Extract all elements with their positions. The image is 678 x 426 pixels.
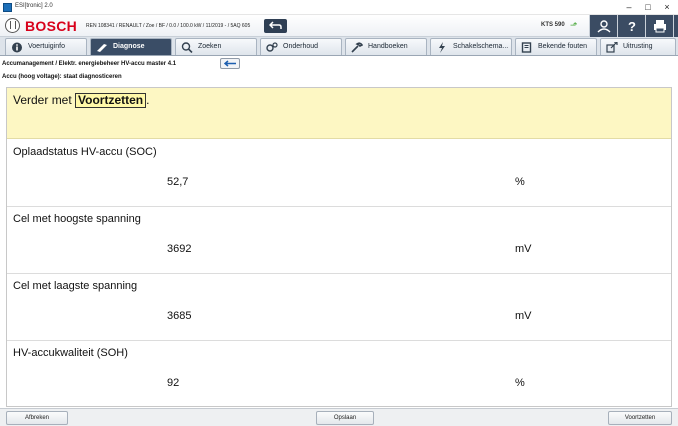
tab-label: Uitrusting <box>623 43 653 50</box>
app-header: BOSCH REN 108341 / RENAULT / Zoe / BF / … <box>0 15 678 37</box>
user-button[interactable] <box>589 15 617 37</box>
minimize-button[interactable]: – <box>622 1 636 13</box>
measurement-row: HV-accukwaliteit (SOH) 92 % <box>7 341 671 406</box>
svg-text:?: ? <box>628 19 636 33</box>
window-titlebar: ESI[tronic] 2.0 – □ × <box>0 0 678 15</box>
help-button[interactable]: ? <box>617 15 645 37</box>
back-arrow-icon <box>269 21 282 29</box>
measurement-value: 92 <box>167 377 180 389</box>
tab-diagnose[interactable]: Diagnose <box>90 38 172 55</box>
help-icon: ? <box>628 19 636 33</box>
tab-schakelschema[interactable]: Schakelschema... <box>430 38 512 55</box>
measurement-unit: % <box>515 377 525 389</box>
tab-label: Diagnose <box>113 43 145 50</box>
measurement-label: Cel met laagste spanning <box>13 280 138 292</box>
instruction-suffix: . <box>146 93 150 107</box>
gears-icon <box>266 42 278 52</box>
back-arrow-icon <box>224 60 236 67</box>
vehicle-back-button[interactable] <box>264 19 287 33</box>
tab-label: Schakelschema... <box>453 43 509 50</box>
maximize-button[interactable]: □ <box>641 1 655 13</box>
breadcrumb: Accumanagement / Elektr. energiebeheer H… <box>2 61 177 67</box>
tab-uitrusting[interactable]: Uitrusting <box>600 38 676 55</box>
info-icon <box>12 42 22 53</box>
measurement-row: Cel met hoogste spanning 3692 mV <box>7 207 671 274</box>
instruction-text: Verder met Voortzetten. <box>13 93 149 108</box>
external-icon <box>606 42 618 53</box>
measurement-label: HV-accukwaliteit (SOH) <box>13 347 128 359</box>
page-subtitle: Accu (hoog voltage): staat diagnosticere… <box>2 74 122 80</box>
menu-button[interactable] <box>673 15 678 37</box>
measurement-unit: mV <box>515 310 532 322</box>
tab-bekende-fouten[interactable]: Bekende fouten <box>515 38 597 55</box>
brand-logo: BOSCH <box>25 18 78 34</box>
action-bar: Afbreken Opslaan Voortzetten <box>0 408 678 426</box>
diagnosis-panel: Verder met Voortzetten. Oplaadstatus HV-… <box>6 87 672 407</box>
measurement-value: 3685 <box>167 310 192 322</box>
tab-label: Handboeken <box>368 43 408 50</box>
bosch-armature-logo <box>5 18 20 33</box>
tab-zoeken[interactable]: Zoeken <box>175 38 257 55</box>
continue-button[interactable]: Voortzetten <box>608 411 672 425</box>
window-title: ESI[tronic] 2.0 <box>15 3 53 9</box>
instruction-key: Voortzetten <box>75 93 147 108</box>
measurement-label: Oplaadstatus HV-accu (SOC) <box>13 146 157 158</box>
tab-handboeken[interactable]: Handboeken <box>345 38 427 55</box>
main-tabs: Voertuiginfo Diagnose Zoeken Onderhoud H… <box>0 37 678 56</box>
tab-voertuiginfo[interactable]: Voertuiginfo <box>5 38 87 55</box>
user-icon <box>597 20 611 33</box>
measurement-unit: % <box>515 176 525 188</box>
device-name: KTS 590 <box>541 22 565 28</box>
lightning-icon <box>439 42 445 53</box>
vehicle-identification: REN 108341 / RENAULT / Zoe / BF / 0.0 / … <box>86 23 251 29</box>
tab-label: Zoeken <box>198 43 222 50</box>
cancel-button[interactable]: Afbreken <box>6 411 68 425</box>
measurement-row: Oplaadstatus HV-accu (SOC) 52,7 % <box>7 140 671 207</box>
diagnose-icon <box>97 44 107 52</box>
instruction-banner: Verder met Voortzetten. <box>7 88 671 139</box>
close-button[interactable]: × <box>660 1 674 13</box>
book-icon <box>521 42 532 53</box>
instruction-prefix: Verder met <box>13 93 76 107</box>
measurement-value: 3692 <box>167 243 192 255</box>
measurement-value: 52,7 <box>167 176 189 188</box>
measurement-label: Cel met hoogste spanning <box>13 213 141 225</box>
print-button[interactable] <box>645 15 673 37</box>
tab-label: Voertuiginfo <box>28 43 65 50</box>
save-button[interactable]: Opslaan <box>316 411 374 425</box>
app-icon <box>3 3 12 12</box>
breadcrumb-back-button[interactable] <box>220 58 240 69</box>
bluetooth-icon: ⬏ <box>570 20 578 30</box>
tab-label: Bekende fouten <box>538 43 588 50</box>
search-icon <box>181 42 193 53</box>
tab-onderhoud[interactable]: Onderhoud <box>260 38 342 55</box>
measurement-unit: mV <box>515 243 532 255</box>
tab-label: Onderhoud <box>283 43 319 50</box>
wrench-icon <box>351 42 363 53</box>
print-icon <box>654 20 666 33</box>
measurement-row: Cel met laagste spanning 3685 mV <box>7 274 671 341</box>
